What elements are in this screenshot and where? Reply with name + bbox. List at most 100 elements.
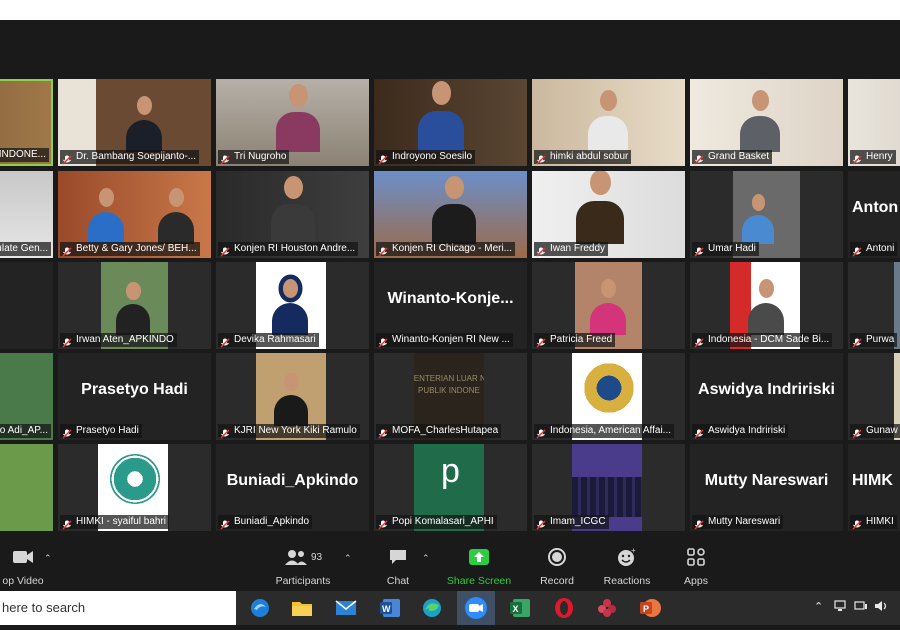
reactions-button[interactable]: + Reactions — [600, 545, 654, 589]
city-skyline-background — [571, 477, 643, 517]
share-screen-button[interactable]: Share Screen — [445, 545, 513, 589]
participant-tile[interactable]: HIMK HIMKI — [848, 444, 900, 531]
share-screen-label: Share Screen — [446, 575, 512, 587]
participant-tile[interactable]: Grand Basket — [690, 79, 843, 166]
taskbar-search-box[interactable]: here to search — [0, 591, 236, 625]
participants-button[interactable]: 93 Participants — [268, 545, 338, 589]
mic-muted-icon — [378, 244, 388, 257]
participant-tile[interactable]: Winanto-Konje... Winanto-Konjen RI New ..… — [374, 262, 527, 349]
participant-tile[interactable]: Indonesia - DCM Sade Bi... — [690, 262, 843, 349]
apps-button[interactable]: Apps — [676, 545, 716, 589]
participant-tile[interactable]: Gunaw — [848, 353, 900, 440]
mic-muted-icon — [536, 426, 546, 439]
participant-tile[interactable]: Betty & Gary Jones/ BEH... — [58, 171, 211, 258]
participant-avatar-letter: p — [441, 452, 460, 490]
word-icon[interactable]: W — [378, 596, 402, 620]
participants-chevron-icon[interactable]: ⌃ — [344, 553, 352, 564]
participant-name: Aswidya Indririski — [692, 424, 789, 438]
participant-tile[interactable]: Konjen RI Houston Andre... — [216, 171, 369, 258]
participant-name: Indonesia - DCM Sade Bi... — [692, 333, 833, 347]
edge-icon[interactable] — [420, 596, 444, 620]
stop-video-button[interactable]: op Video — [0, 545, 46, 589]
participant-name: MOFA_CharlesHutapea — [376, 424, 502, 438]
participant-tile[interactable]: Devika Rahmasari — [216, 262, 369, 349]
mic-muted-icon — [852, 244, 862, 257]
participant-tile[interactable] — [0, 262, 53, 349]
participant-tile[interactable] — [0, 444, 53, 531]
participant-tile[interactable]: ulate Gen... — [0, 171, 53, 258]
tray-display-icon[interactable] — [854, 600, 868, 615]
flower-app-icon[interactable] — [595, 596, 619, 620]
apps-icon — [676, 545, 716, 569]
participant-tile[interactable]: Indonesia, American Affai... — [532, 353, 685, 440]
participant-tile[interactable]: ENTERIAN LUAR N PUBLIK INDONE MOFA_Charles… — [374, 353, 527, 440]
participant-tile[interactable]: HIMKI - syaiful bahri — [58, 444, 211, 531]
participant-tile[interactable]: Umar Hadi — [690, 171, 843, 258]
participant-tile[interactable]: Dr. Bambang Soepijanto-... — [58, 79, 211, 166]
participant-name: o Adi_AP... — [0, 424, 51, 438]
participant-tile[interactable]: Indroyono Soesilo — [374, 79, 527, 166]
mic-muted-icon — [220, 244, 230, 257]
participant-tile[interactable]: Prasetyo Hadi Prasetyo Hadi — [58, 353, 211, 440]
participant-name: INDONE... — [0, 148, 49, 162]
powerpoint-icon[interactable]: P — [638, 596, 662, 620]
tray-volume-icon[interactable] — [874, 600, 888, 615]
participant-name: Devika Rahmasari — [218, 333, 319, 347]
mic-muted-icon — [536, 335, 546, 348]
tray-chevron-up-icon[interactable]: ⌃ — [814, 600, 823, 613]
stop-video-label: op Video — [2, 575, 44, 587]
participant-tile[interactable]: Tri Nugroho — [216, 79, 369, 166]
participant-tile[interactable]: Anton Antoni — [848, 171, 900, 258]
mic-muted-icon — [852, 335, 862, 348]
mail-icon[interactable] — [334, 596, 358, 620]
participant-tile[interactable]: Buniadi_Apkindo Buniadi_Apkindo — [216, 444, 369, 531]
chat-button[interactable]: Chat — [380, 545, 416, 589]
participant-tile[interactable]: Mutty Nareswari Mutty Nareswari — [690, 444, 843, 531]
participant-figure — [588, 90, 628, 152]
zoom-app-icon[interactable] — [457, 591, 495, 625]
file-explorer-icon[interactable] — [290, 596, 314, 620]
participant-display-name: Buniadi_Apkindo — [226, 471, 359, 489]
participant-tile[interactable]: o Adi_AP... — [0, 353, 53, 440]
participant-tile[interactable]: Henry — [848, 79, 900, 166]
himki-logo — [109, 454, 160, 504]
participant-tile[interactable]: Irwan Aten_APKINDO — [58, 262, 211, 349]
chat-label: Chat — [386, 575, 410, 587]
reactions-smiley-icon: + — [600, 545, 654, 569]
participant-tile[interactable]: Konjen RI Chicago - Meri... — [374, 171, 527, 258]
edge-legacy-icon[interactable] — [248, 596, 272, 620]
participant-name: Irwan Aten_APKINDO — [60, 333, 177, 347]
mic-muted-icon — [220, 517, 230, 530]
participant-tile[interactable]: KJRI New York Kiki Ramulo — [216, 353, 369, 440]
chat-chevron-icon[interactable]: ⌃ — [422, 553, 430, 564]
participant-tile[interactable]: Iwan Freddy — [532, 171, 685, 258]
participant-tile[interactable]: p Popi Komalasari_APHI — [374, 444, 527, 531]
participant-display-name: Winanto-Konje... — [387, 289, 514, 307]
participant-figure — [418, 80, 464, 152]
chat-icon — [380, 545, 416, 569]
participant-figure — [740, 90, 780, 152]
mic-muted-icon — [62, 426, 72, 439]
participant-figure — [276, 83, 320, 152]
svg-text:W: W — [382, 604, 391, 614]
mic-muted-icon — [378, 426, 388, 439]
participant-tile[interactable]: himki abdul sobur — [532, 79, 685, 166]
participant-figure — [88, 188, 124, 244]
participants-count: 93 — [310, 551, 323, 563]
participant-display-name: Prasetyo Hadi — [81, 380, 188, 398]
video-options-chevron-icon[interactable]: ⌃ — [44, 553, 52, 564]
participant-tile[interactable]: Purwa — [848, 262, 900, 349]
opera-icon[interactable] — [552, 596, 576, 620]
window-top-bar — [0, 0, 900, 20]
participant-tile[interactable]: Aswidya Indririski Aswidya Indririski — [690, 353, 843, 440]
participant-tile[interactable]: Imam_ICGC — [532, 444, 685, 531]
excel-icon[interactable]: X — [508, 596, 532, 620]
participant-name: Winanto-Konjen RI New ... — [376, 333, 513, 347]
apps-label: Apps — [684, 575, 708, 587]
participant-tile[interactable]: INDONE... — [0, 79, 53, 166]
participant-tile[interactable]: Patricia Freed — [532, 262, 685, 349]
record-button[interactable]: Record — [536, 545, 578, 589]
participant-name: ulate Gen... — [0, 242, 51, 256]
tray-network-icon[interactable] — [834, 600, 848, 615]
mic-muted-icon — [378, 152, 388, 165]
